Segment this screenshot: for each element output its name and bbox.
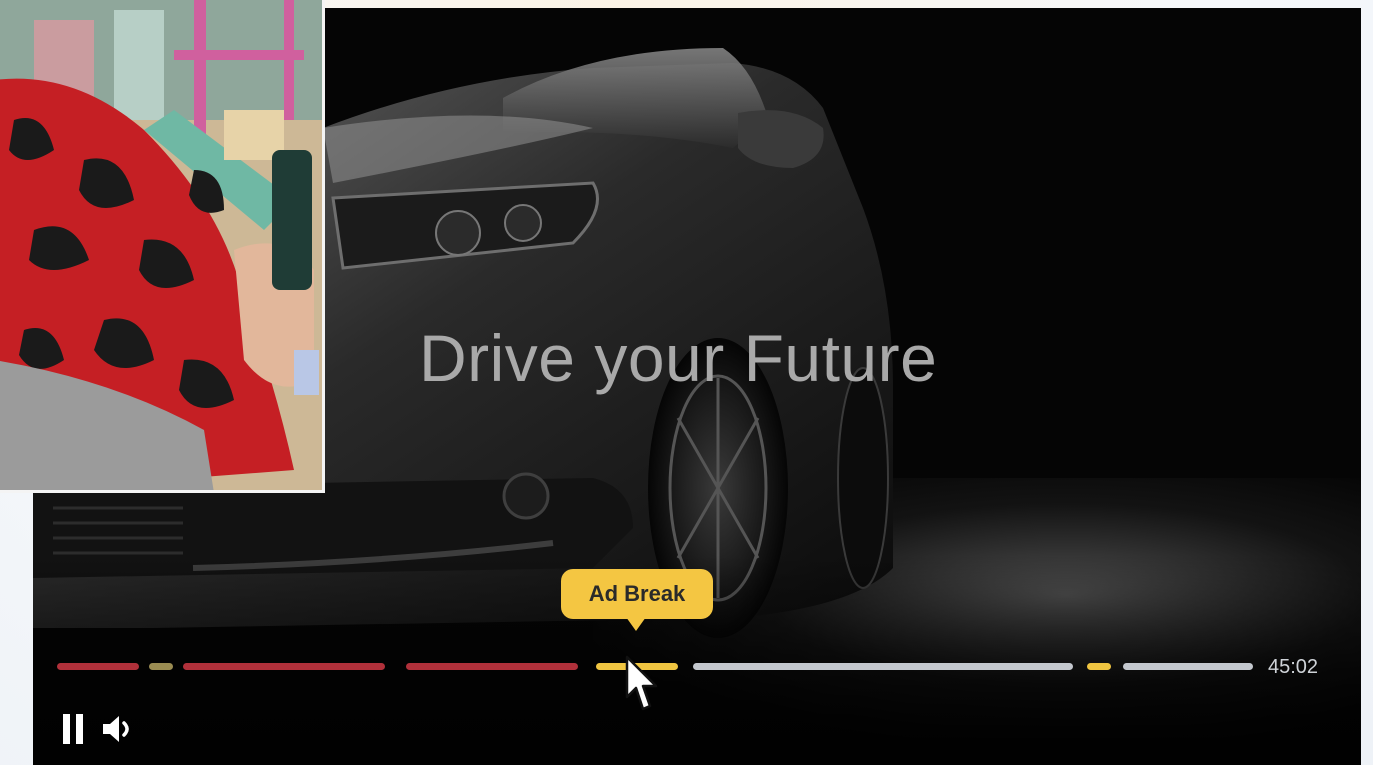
ad-marker-played[interactable] — [149, 663, 173, 670]
timeline-segment-played[interactable] — [183, 663, 385, 670]
webcam-pip[interactable] — [0, 0, 325, 493]
progress-bar[interactable] — [33, 660, 1361, 674]
webcam-feed-image — [0, 0, 322, 490]
pause-icon — [63, 714, 70, 744]
mouse-cursor-icon — [625, 655, 658, 711]
ad-headline: Drive your Future — [419, 321, 938, 395]
duration-label: 45:02 — [1268, 656, 1319, 678]
timeline-segment-unplayed[interactable] — [1123, 663, 1253, 670]
timeline-segment-played[interactable] — [406, 663, 578, 670]
ad-break-tooltip-label: Ad Break — [588, 581, 686, 606]
volume-icon — [103, 716, 129, 742]
pause-button[interactable] — [63, 714, 85, 744]
volume-button[interactable] — [101, 713, 137, 745]
pause-icon — [76, 714, 83, 744]
tooltip-pointer — [626, 617, 646, 631]
timeline-segment-played[interactable] — [57, 663, 139, 670]
timeline-segment-unplayed[interactable] — [693, 663, 1073, 670]
ad-marker-upcoming[interactable] — [1087, 663, 1111, 670]
ad-break-tooltip: Ad Break — [561, 569, 713, 619]
